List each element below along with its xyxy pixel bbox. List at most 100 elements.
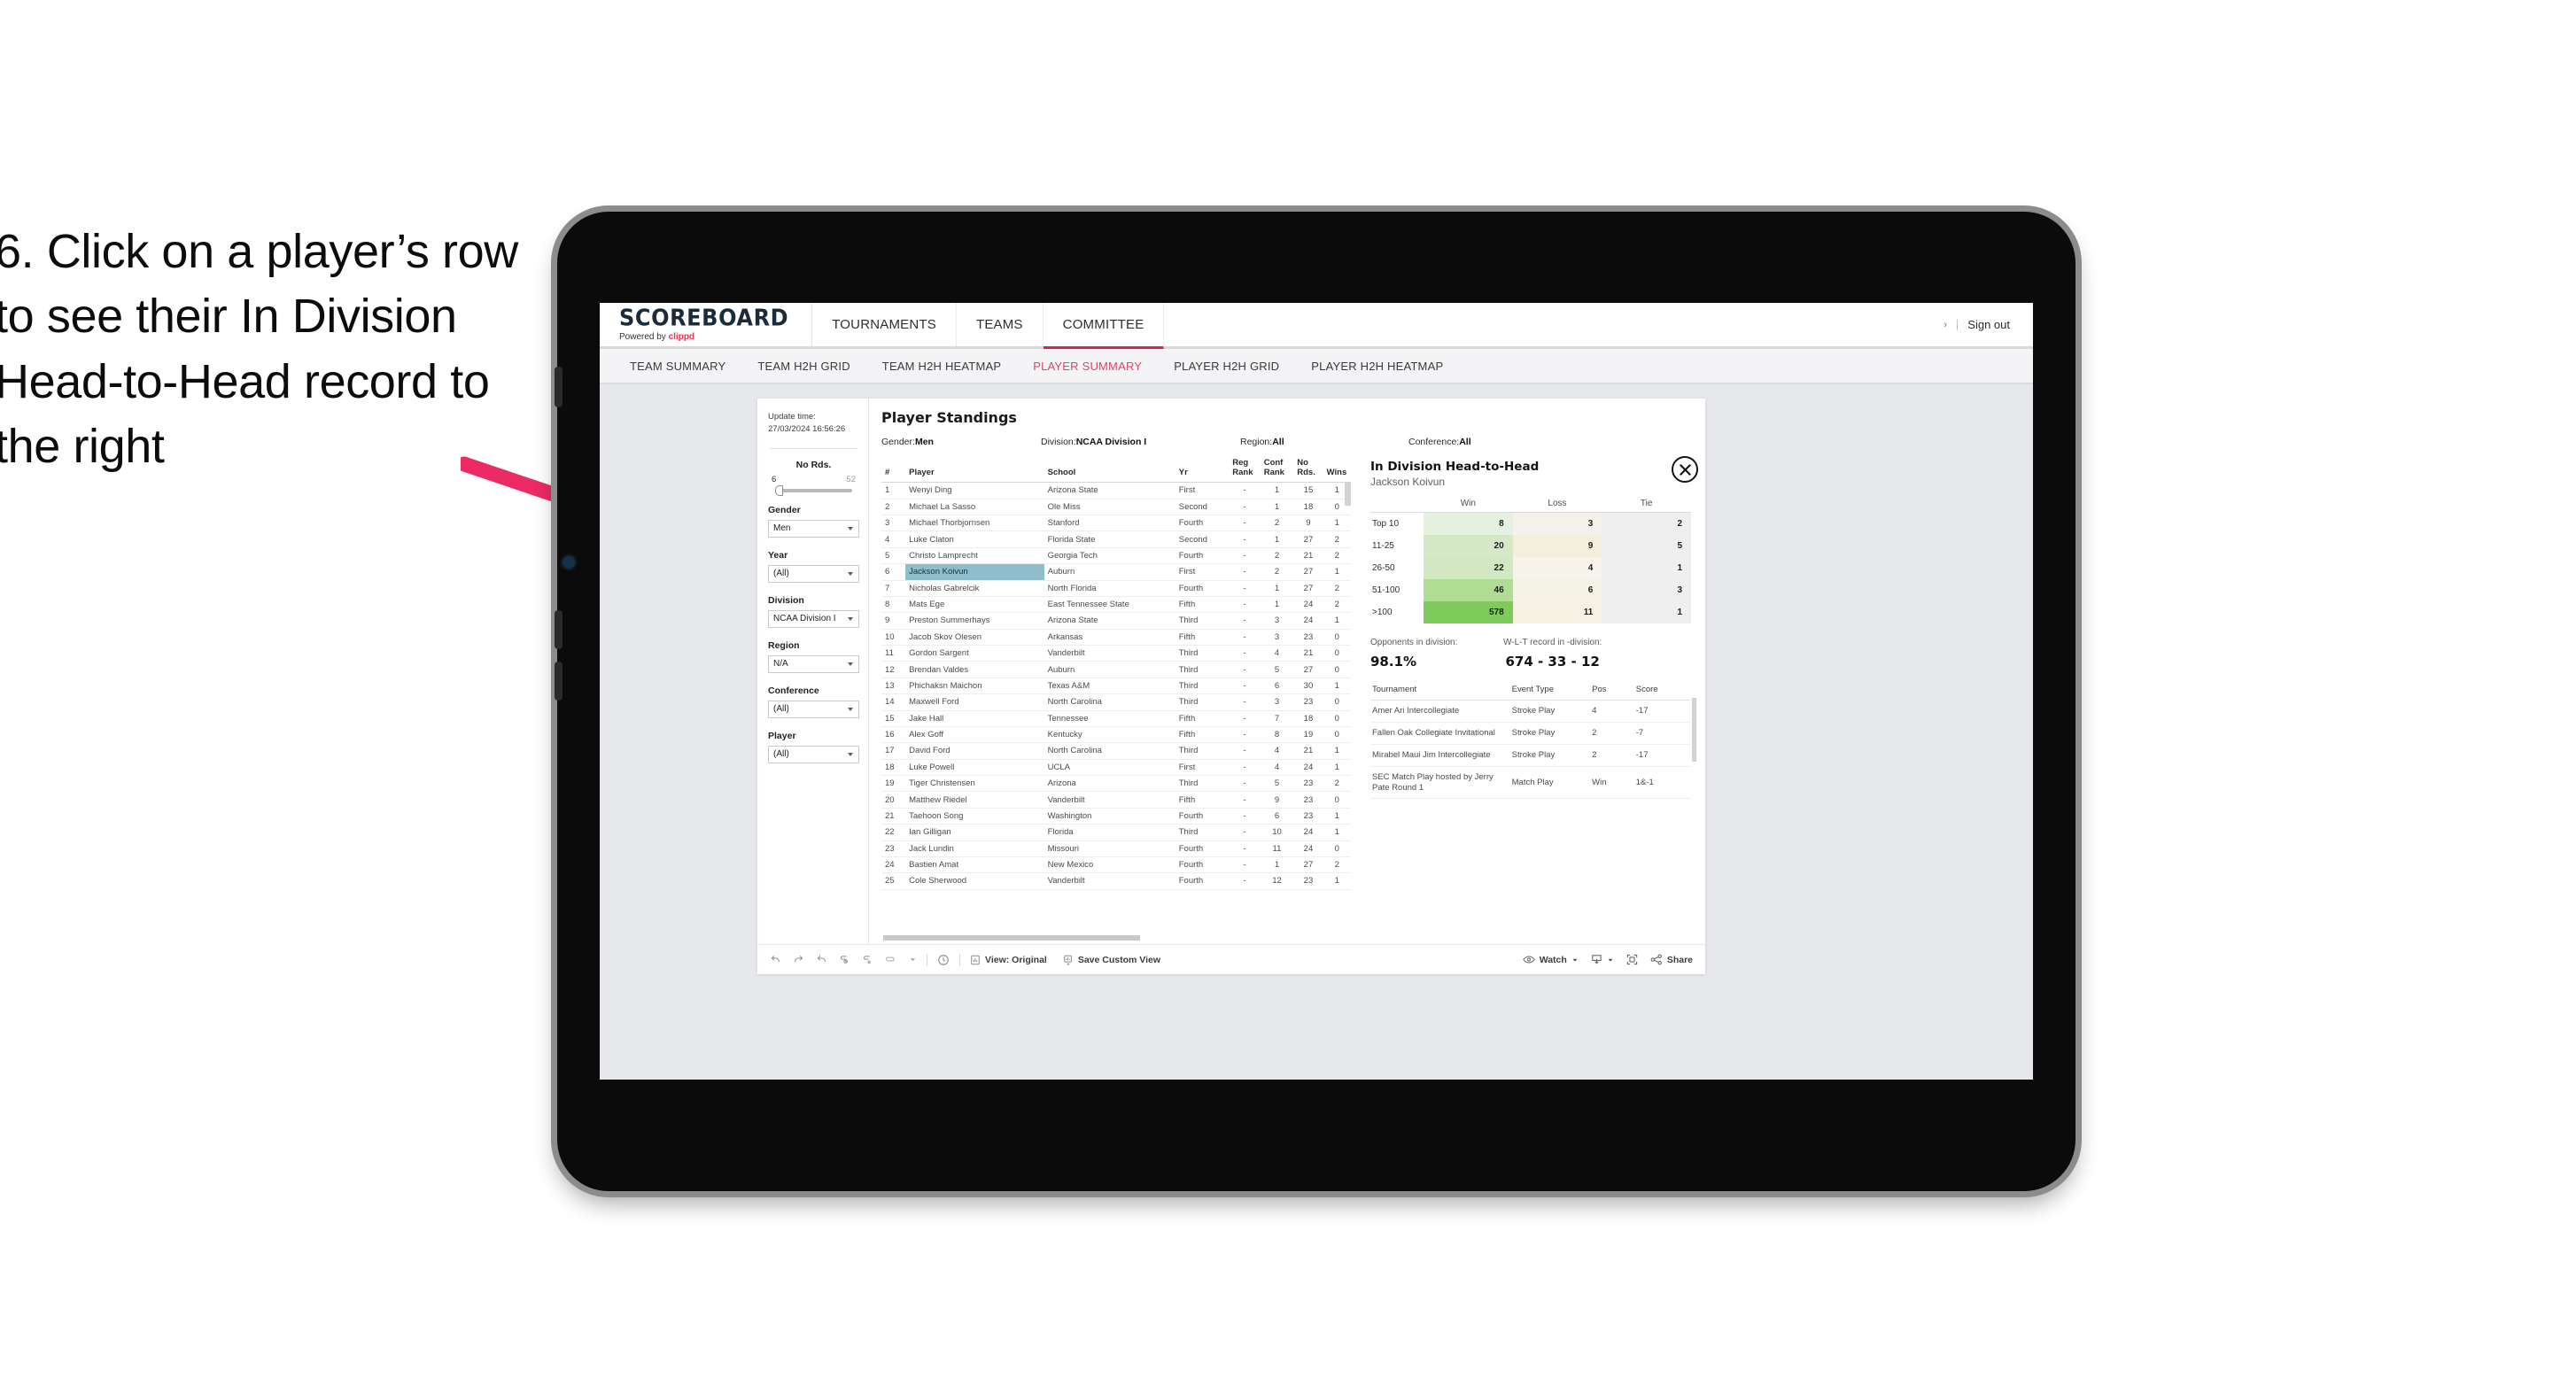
tab-team-h2h-heatmap[interactable]: TEAM H2H HEATMAP	[866, 360, 1017, 373]
view-original-button[interactable]: View: Original	[970, 955, 1047, 965]
cell-yr: Third	[1175, 742, 1230, 760]
table-row[interactable]: 24 Bastien Amat New Mexico Fourth -1 27 2	[881, 856, 1351, 874]
table-row[interactable]: 17 David Ford North Carolina Third -4 21 1	[881, 742, 1351, 760]
tab-player-summary[interactable]: PLAYER SUMMARY	[1017, 360, 1158, 373]
no-rounds-slider-thumb[interactable]	[775, 484, 783, 496]
table-row[interactable]: 6 Jackson Koivun Auburn First -2 27 1	[881, 563, 1351, 581]
stat-opponents-label: Opponents in division:	[1370, 638, 1458, 647]
nav-teams[interactable]: TEAMS	[957, 303, 1044, 346]
summary-gender: Gender: Men	[881, 437, 1041, 447]
nav-committee[interactable]: COMMITTEE	[1043, 303, 1165, 349]
filter-division-value: NCAA Division I	[773, 614, 836, 624]
pause-icon[interactable]	[862, 954, 873, 965]
nav-tournaments[interactable]: TOURNAMENTS	[812, 303, 957, 346]
table-row[interactable]: 15 Jake Hall Tennessee Fifth -7 18 0	[881, 710, 1351, 727]
no-rounds-slider-track[interactable]	[775, 484, 852, 496]
cell-player: Preston Summerhays	[905, 612, 1044, 630]
col-wins[interactable]: Wins	[1323, 456, 1351, 484]
cell-wins: 0	[1323, 645, 1351, 662]
rail-divider	[770, 447, 857, 449]
table-row[interactable]: 21 Taehoon Song Washington Fourth -6 23 1	[881, 808, 1351, 825]
col-player[interactable]: Player	[905, 456, 1044, 484]
clock-icon[interactable]	[937, 954, 950, 966]
table-row[interactable]: 19 Tiger Christensen Arizona Third -5 23 2	[881, 775, 1351, 793]
cell-no-rds: 27	[1293, 856, 1323, 874]
col-rank[interactable]: #	[881, 456, 906, 484]
device-button-mid	[555, 610, 563, 649]
filter-region-select[interactable]: N/A	[768, 654, 859, 673]
share-button[interactable]: Share	[1650, 954, 1693, 965]
filter-gender-select[interactable]: Men	[768, 519, 859, 538]
sign-out-link[interactable]: Sign out	[1967, 318, 2010, 331]
table-row[interactable]: 13 Phichaksn Maichon Texas A&M Third -6 30 1	[881, 678, 1351, 695]
table-row[interactable]: 12 Brendan Valdes Auburn Third -5 27 0	[881, 661, 1351, 678]
highlight-icon[interactable]	[885, 954, 897, 965]
table-row[interactable]: 7 Nicholas Gabrelcik North Florida Fourth -1…	[881, 580, 1351, 597]
cell-reg-rank: -	[1229, 612, 1261, 630]
tab-team-summary[interactable]: TEAM SUMMARY	[614, 360, 741, 373]
filter-player-select[interactable]: (All)	[768, 745, 859, 763]
tablet-device-frame: SCOREBOARD Powered by clippd TOURNAMENTS…	[555, 212, 2076, 1191]
cell-wins: 1	[1323, 872, 1351, 890]
table-row[interactable]: 5 Christo Lamprecht Georgia Tech Fourth -2 21…	[881, 547, 1351, 565]
cell-no-rds: 27	[1293, 563, 1323, 581]
cell-conf-rank: 10	[1260, 824, 1294, 841]
table-row[interactable]: 8 Mats Ege East Tennessee State Fifth -1 24 2	[881, 596, 1351, 614]
tournament-scrollbar[interactable]	[1692, 698, 1696, 762]
cell-rank: 14	[881, 693, 906, 711]
cell-rank: 11	[881, 645, 906, 662]
fullscreen-icon[interactable]	[1626, 954, 1638, 965]
filter-conference-select[interactable]: (All)	[768, 700, 859, 718]
table-row[interactable]: 1 Wenyi Ding Arizona State First -1 15 1	[881, 483, 1351, 499]
cell-reg-rank: -	[1229, 775, 1261, 793]
screenshot-stage: 6. Click on a player’s row to see their …	[0, 0, 2576, 1386]
col-reg-rank[interactable]: Reg Rank	[1229, 456, 1261, 484]
save-custom-view-button[interactable]: Save Custom View	[1063, 955, 1160, 965]
table-row[interactable]: 20 Matthew Riedel Vanderbilt Fifth -9 23 0	[881, 791, 1351, 809]
cell-conf-rank: 1	[1260, 856, 1294, 874]
table-row[interactable]: 18 Luke Powell UCLA First -4 24 1	[881, 759, 1351, 777]
table-row[interactable]: 11 Gordon Sargent Vanderbilt Third -4 21 0	[881, 645, 1351, 662]
col-yr[interactable]: Yr	[1175, 456, 1230, 484]
cell-reg-rank: -	[1229, 629, 1261, 647]
table-row[interactable]: 23 Jack Lundin Missouri Fourth -11 24 0	[881, 840, 1351, 857]
table-row[interactable]: 14 Maxwell Ford North Carolina Third -3 23 0	[881, 693, 1351, 711]
table-row[interactable]: 3 Michael Thorbjornsen Stanford Fourth -2 9 1	[881, 515, 1351, 532]
cell-school: North Carolina	[1044, 742, 1175, 760]
col-school[interactable]: School	[1044, 456, 1175, 484]
col-no-rds[interactable]: No Rds.	[1293, 456, 1323, 484]
download-button[interactable]	[1591, 954, 1614, 965]
vertical-scrollbar[interactable]	[1345, 483, 1351, 507]
dropdown-caret-icon[interactable]	[909, 956, 917, 964]
view-original-label: View: Original	[985, 954, 1047, 965]
revert-icon[interactable]	[816, 954, 827, 965]
tab-player-h2h-heatmap[interactable]: PLAYER H2H HEATMAP	[1295, 360, 1459, 373]
table-row[interactable]: 9 Preston Summerhays Arizona State Third -3 2…	[881, 612, 1351, 630]
redo-icon[interactable]	[793, 954, 804, 965]
filter-year-select[interactable]: (All)	[768, 564, 859, 583]
horizontal-scrollbar[interactable]	[883, 935, 1140, 941]
chevron-down-icon	[848, 617, 853, 622]
cell-pos: Win	[1590, 766, 1634, 800]
tab-team-h2h-grid[interactable]: TEAM H2H GRID	[741, 360, 865, 373]
table-row[interactable]: 4 Luke Claton Florida State Second -1 27 2	[881, 530, 1351, 548]
table-row[interactable]: 25 Cole Sherwood Vanderbilt Fourth -12 23 1	[881, 872, 1351, 890]
tab-player-h2h-grid[interactable]: PLAYER H2H GRID	[1158, 360, 1295, 373]
cell-reg-rank: -	[1229, 872, 1261, 890]
refresh-icon[interactable]	[839, 954, 850, 965]
cell-no-rds: 23	[1293, 791, 1323, 809]
table-row[interactable]: 10 Jacob Skov Olesen Arkansas Fifth -3 23 0	[881, 629, 1351, 647]
dashboard-card: Update time: 27/03/2024 16:56:26 No Rds.…	[757, 399, 1705, 974]
chevron-right-icon[interactable]: ›	[1944, 320, 1947, 330]
table-row[interactable]: 22 Ian Gilligan Florida Third -10 24 1	[881, 824, 1351, 841]
update-time-value: 27/03/2024 16:56:26	[768, 423, 846, 434]
watch-button[interactable]: Watch	[1522, 955, 1579, 965]
undo-icon[interactable]	[770, 954, 781, 965]
save-custom-view-label: Save Custom View	[1077, 954, 1161, 965]
filter-division-select[interactable]: NCAA Division I	[768, 609, 859, 628]
close-icon[interactable]	[1672, 456, 1698, 483]
player-standings-scroll-area[interactable]: 1 Wenyi Ding Arizona State First -1 15 1 2 Micha…	[881, 483, 1351, 933]
table-row[interactable]: 2 Michael La Sasso Ole Miss Second -1 18 0	[881, 499, 1351, 516]
table-row[interactable]: 16 Alex Goff Kentucky Fifth -8 19 0	[881, 726, 1351, 744]
col-conf-rank[interactable]: Conf Rank	[1260, 456, 1294, 484]
